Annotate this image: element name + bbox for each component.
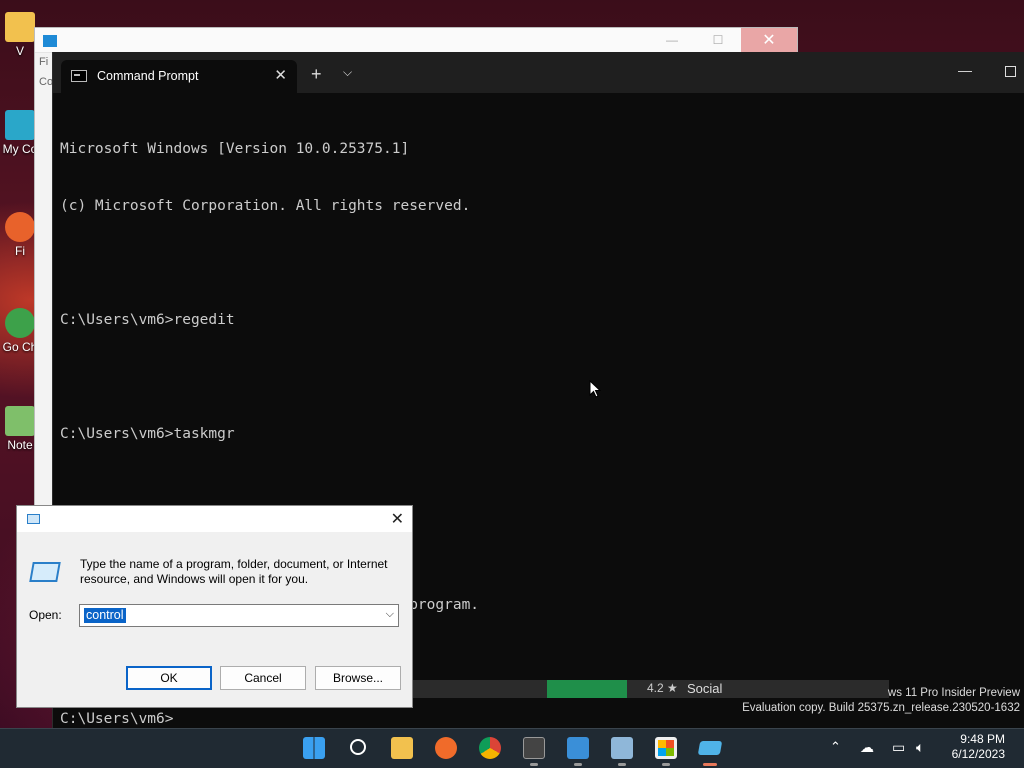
taskbar-run[interactable] [695,734,725,766]
clock-date[interactable]: 6/12/2023 [952,747,1005,761]
running-indicator [574,763,582,766]
run-description: Type the name of a program, folder, docu… [80,557,388,586]
computer-icon [5,110,35,140]
network-icon[interactable]: ▭ [892,739,905,756]
watermark-line: Evaluation copy. Build 25375.zn_release.… [742,702,1020,714]
run-icon [29,562,61,582]
open-input-value[interactable]: control [84,608,126,623]
close-tab-icon[interactable]: ✕ [274,66,287,84]
firefox-icon [435,737,457,759]
cmd-icon [71,70,87,82]
open-input[interactable]: control ⌵ [79,604,399,627]
volume-icon[interactable]: 🔈︎ [916,739,924,756]
run-icon [697,741,723,755]
run-titlebar[interactable]: ✕ [17,506,412,532]
ok-button[interactable]: OK [126,666,212,690]
taskbar-terminal[interactable] [519,734,549,766]
minimize-icon[interactable]: — [958,62,972,78]
taskbar-microsoft-store[interactable] [651,734,681,766]
running-indicator [530,763,538,766]
store-icon [655,737,677,759]
tab-command-prompt[interactable]: Command Prompt ✕ [61,60,297,93]
start-button[interactable] [299,734,329,764]
browse-button[interactable]: Browse... [315,666,401,690]
clock-time[interactable]: 9:48 PM [960,732,1005,746]
close-icon[interactable]: ✕ [391,509,404,529]
explorer-titlebar[interactable]: — ☐ ✕ [35,28,797,53]
explorer-text: Fi [39,56,49,68]
running-indicator [662,763,670,766]
notepad-icon [5,406,35,436]
windows-logo-icon [303,737,325,759]
taskbar: ⌃ ☁ ▭ 🔈︎ 9:48 PM 6/12/2023 [0,728,1024,768]
chrome-icon [5,308,35,338]
chevron-up-icon[interactable]: ⌃ [830,739,841,755]
folder-icon [391,737,413,759]
chevron-down-icon[interactable]: ⌵ [343,65,352,80]
open-label: Open: [29,608,62,622]
registry-icon [567,737,589,759]
close-icon[interactable]: ✕ [741,28,797,53]
terminal-titlebar[interactable]: Command Prompt ✕ + ⌵ — [53,52,1024,93]
folder-icon [5,12,35,42]
terminal-line: (c) Microsoft Corporation. All rights re… [60,198,471,214]
tab-title: Command Prompt [97,69,199,83]
terminal-line: Microsoft Windows [Version 10.0.25375.1] [60,141,410,157]
maximize-icon[interactable]: ☐ [695,28,741,53]
firefox-icon [5,212,35,242]
whatsapp-tile [547,680,627,698]
watermark-line: ws 11 Pro Insider Preview [887,687,1020,699]
search-button[interactable] [343,734,373,764]
chrome-icon [479,737,501,759]
cancel-button[interactable]: Cancel [220,666,306,690]
task-manager-icon [611,737,633,759]
category-text: Social [687,681,723,696]
terminal-icon [523,737,545,759]
taskbar-chrome[interactable] [475,734,505,764]
running-indicator [618,763,626,766]
chevron-down-icon[interactable]: ⌵ [386,608,394,621]
minimize-icon[interactable]: — [649,28,695,53]
run-dialog[interactable]: ✕ Type the name of a program, folder, do… [16,505,413,708]
maximize-icon[interactable] [1005,66,1016,77]
watermark: ws 11 Pro Insider Preview Evaluation cop… [742,686,1020,716]
taskbar-registry-editor[interactable] [563,734,593,766]
taskbar-task-manager[interactable] [607,734,637,766]
taskbar-firefox[interactable] [431,734,461,764]
search-icon [350,739,366,755]
run-icon [27,514,40,524]
new-tab-button[interactable]: + [311,64,322,85]
active-indicator [703,763,717,766]
rating-text: 4.2 ★ [647,681,678,695]
terminal-line: C:\Users\vm6>taskmgr [60,426,235,442]
taskbar-file-explorer[interactable] [387,734,417,764]
app-icon [43,35,57,47]
explorer-text: Co [39,76,54,88]
terminal-line: C:\Users\vm6>regedit [60,312,235,328]
onedrive-icon[interactable]: ☁ [860,739,874,756]
